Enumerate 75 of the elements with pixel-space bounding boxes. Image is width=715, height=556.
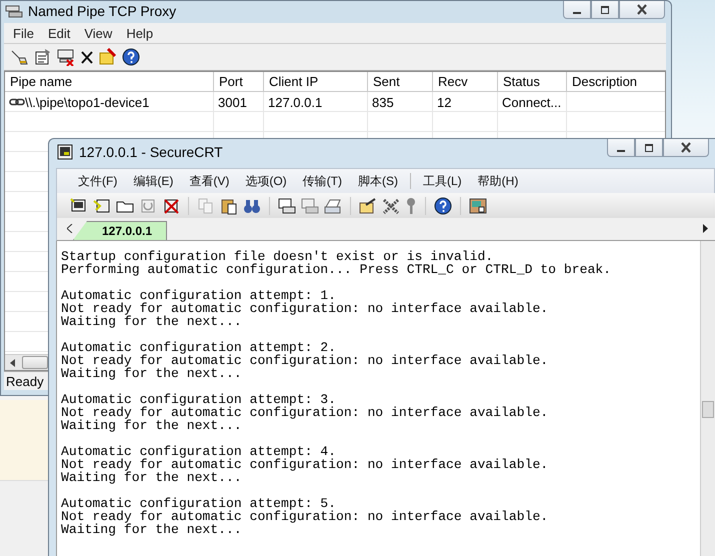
- close-button[interactable]: [663, 139, 709, 157]
- status-text: Ready: [6, 374, 44, 388]
- printer-icon[interactable]: [323, 196, 343, 214]
- column-header[interactable]: Recv: [433, 72, 498, 92]
- terminal-line: Performing automatic configuration... Press CTRL_C or CTRL_D to break.: [61, 263, 612, 276]
- terminal-line: Automatic configuration attempt: 4.: [61, 445, 336, 458]
- options-icon[interactable]: [358, 196, 378, 214]
- maximize-button[interactable]: [635, 139, 663, 157]
- computer-remove-icon[interactable]: [56, 48, 76, 66]
- tab-right-icon[interactable]: [703, 224, 709, 233]
- menu-item[interactable]: 工具(L): [414, 172, 470, 190]
- terminal-line: Waiting for the next...: [61, 419, 242, 432]
- terminal-line: Automatic configuration attempt: 1.: [61, 289, 336, 302]
- maximize-button[interactable]: [591, 1, 619, 19]
- minimize-button[interactable]: [563, 1, 591, 19]
- terminal-line: Waiting for the next...: [61, 523, 242, 536]
- minimize-icon: [573, 12, 581, 14]
- menu-item[interactable]: 选项(O): [237, 172, 295, 190]
- terminal-line: Not ready for automatic configuration: no interface available.: [61, 354, 548, 367]
- terminal-line: Startup configuration file doesn't exist or is invalid.: [61, 250, 494, 263]
- terminal-line: Not ready for automatic configuration: no interface available.: [61, 406, 548, 419]
- chain-icon: [9, 97, 25, 107]
- printer-icon[interactable]: [277, 196, 297, 214]
- terminal-line: Automatic configuration attempt: 2.: [61, 341, 336, 354]
- menu-item[interactable]: File: [6, 26, 41, 40]
- close-icon: [679, 142, 693, 153]
- table-cell: 835: [372, 94, 394, 110]
- help-icon[interactable]: [121, 48, 141, 66]
- column-header[interactable]: Status: [498, 72, 567, 92]
- table-cell: 3001: [218, 94, 247, 110]
- terminal-icon: [57, 144, 73, 160]
- menu-item[interactable]: 查看(V): [181, 172, 238, 190]
- table-cell: 127.0.0.1: [268, 94, 322, 110]
- column-header[interactable]: Pipe name: [5, 72, 214, 92]
- network-icon: [5, 4, 23, 18]
- scrollbar-thumb[interactable]: [702, 401, 714, 418]
- column-header[interactable]: Port: [214, 72, 264, 92]
- minimize-button[interactable]: [607, 139, 635, 157]
- terminal-line: Not ready for automatic configuration: no interface available.: [61, 510, 548, 523]
- window-title: 127.0.0.1 - SecureCRT: [79, 144, 223, 160]
- maximize-icon: [599, 4, 611, 14]
- menu-item[interactable]: Help: [119, 26, 160, 40]
- terminal-line: Waiting for the next...: [61, 367, 242, 380]
- close-icon: [635, 4, 649, 15]
- scroll-left-icon[interactable]: [10, 358, 16, 366]
- session-tab[interactable]: 127.0.0.1: [73, 221, 168, 240]
- menu-item[interactable]: Edit: [40, 26, 78, 40]
- menu-item[interactable]: View: [77, 26, 120, 40]
- menu-item[interactable]: 脚本(S): [350, 172, 406, 190]
- column-header[interactable]: Client IP: [264, 72, 368, 92]
- minimize-icon: [617, 150, 625, 152]
- terminal-line: Waiting for the next...: [61, 471, 242, 484]
- table-cell: Connect...: [502, 94, 562, 110]
- tab-left-icon[interactable]: [67, 224, 73, 233]
- properties-icon[interactable]: [33, 48, 53, 66]
- close-button[interactable]: [619, 1, 665, 19]
- terminal-line: Not ready for automatic configuration: no interface available.: [61, 458, 548, 471]
- menu-item[interactable]: 编辑(E): [125, 172, 182, 190]
- maximize-icon: [643, 142, 655, 152]
- table-cell: 12: [437, 94, 452, 110]
- menu-item[interactable]: 帮助(H): [470, 172, 526, 190]
- column-header[interactable]: Sent: [368, 72, 433, 92]
- terminal-line: Not ready for automatic configuration: no interface available.: [61, 302, 548, 315]
- window-title: Named Pipe TCP Proxy: [28, 3, 176, 19]
- terminal-line: Waiting for the next...: [61, 315, 242, 328]
- scrollbar-thumb[interactable]: [22, 356, 48, 369]
- menu-item[interactable]: 传输(T): [294, 172, 350, 190]
- keymap-icon[interactable]: [468, 196, 488, 214]
- paste-icon[interactable]: [219, 196, 239, 214]
- table-cell: \\.\pipe\topo1-device1: [25, 94, 150, 110]
- connect-icon[interactable]: [92, 196, 112, 214]
- terminal-line: Automatic configuration attempt: 5.: [61, 497, 336, 510]
- help-icon[interactable]: [433, 196, 453, 214]
- menu-item[interactable]: 文件(F): [70, 172, 126, 190]
- terminal-line: Automatic configuration attempt: 3.: [61, 393, 336, 406]
